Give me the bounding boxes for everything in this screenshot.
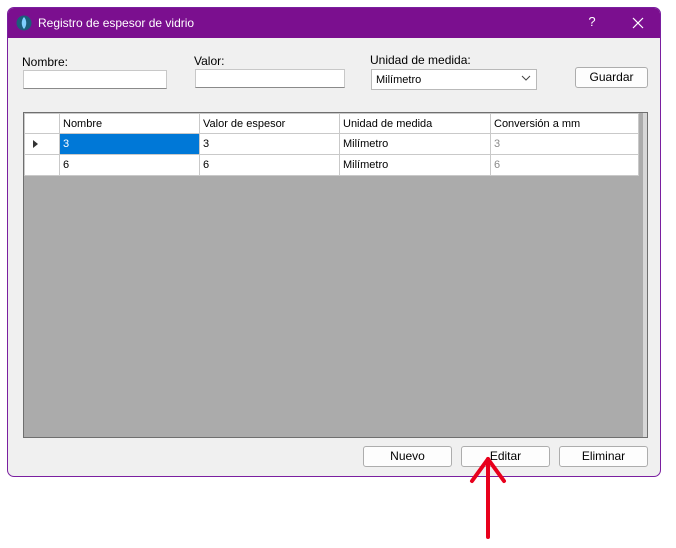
cell-valor[interactable]: 3 — [199, 133, 340, 155]
table-row[interactable]: 6 6 Milímetro 6 — [24, 154, 639, 176]
chevron-down-icon — [521, 75, 531, 81]
unidad-label: Unidad de medida: — [370, 53, 471, 67]
col-header-conversion[interactable]: Conversión a mm — [490, 113, 639, 134]
data-grid: Nombre Valor de espesor Unidad de medida… — [23, 112, 648, 438]
close-button[interactable] — [626, 12, 650, 34]
annotation-arrow-up-icon — [470, 457, 506, 539]
row-selector[interactable] — [24, 133, 60, 155]
nombre-input[interactable] — [23, 70, 167, 89]
nombre-label: Nombre: — [22, 55, 69, 69]
cell-nombre[interactable]: 3 — [59, 133, 200, 155]
table-row[interactable]: 3 3 Milímetro 3 — [24, 133, 639, 155]
header-row: Nombre Valor de espesor Unidad de medida… — [24, 113, 639, 134]
cell-unidad[interactable]: Milímetro — [339, 154, 491, 176]
window-title: Registro de espesor de vidrio — [38, 16, 195, 30]
eliminar-button[interactable]: Eliminar — [559, 446, 648, 467]
cell-valor[interactable]: 6 — [199, 154, 340, 176]
row-selector[interactable] — [24, 154, 60, 176]
grid-scroll-edge — [643, 113, 647, 437]
valor-label: Valor: — [194, 54, 225, 68]
close-icon — [632, 17, 644, 29]
cell-conversion[interactable]: 6 — [490, 154, 639, 176]
guardar-button[interactable]: Guardar — [575, 67, 648, 88]
valor-input[interactable] — [195, 69, 345, 88]
col-header-nombre[interactable]: Nombre — [59, 113, 200, 134]
corner-header — [24, 113, 60, 134]
cell-conversion[interactable]: 3 — [490, 133, 639, 155]
help-button[interactable]: ? — [580, 14, 604, 32]
app-icon — [16, 15, 32, 31]
cell-unidad[interactable]: Milímetro — [339, 133, 491, 155]
grid-table: Nombre Valor de espesor Unidad de medida… — [24, 113, 639, 176]
current-row-arrow-icon — [33, 140, 38, 148]
cell-nombre[interactable]: 6 — [59, 154, 200, 176]
unidad-select[interactable]: Milímetro — [371, 69, 537, 90]
col-header-valor[interactable]: Valor de espesor — [199, 113, 340, 134]
dialog-window: Registro de espesor de vidrio ? Nombre: … — [7, 7, 661, 477]
unidad-selected-value: Milímetro — [376, 74, 422, 86]
title-bar: Registro de espesor de vidrio ? — [8, 8, 660, 38]
col-header-unidad[interactable]: Unidad de medida — [339, 113, 491, 134]
nuevo-button[interactable]: Nuevo — [363, 446, 452, 467]
